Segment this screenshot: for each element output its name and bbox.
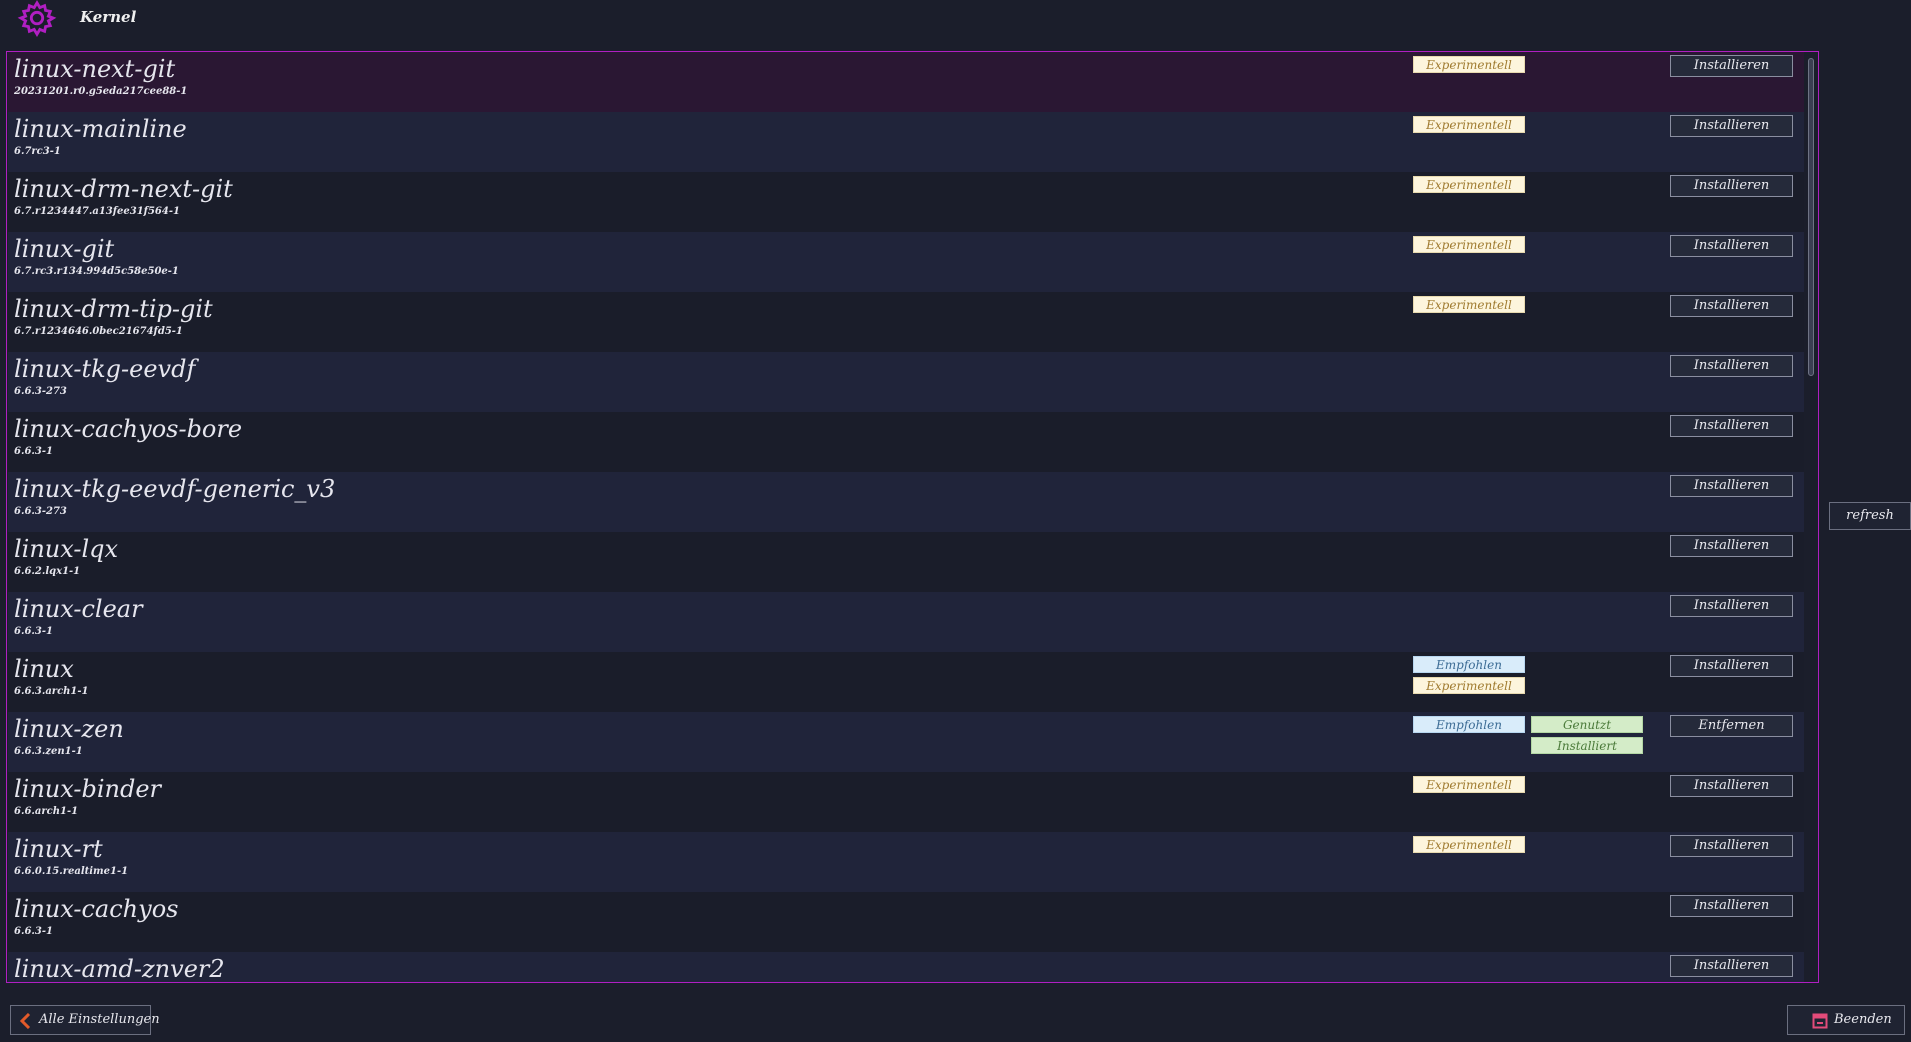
list-item[interactable]: linux-git 6.7.rc3.r134.994d5c58e50e-1 Ex… bbox=[8, 232, 1804, 292]
kernel-version: 6.6.0.15.realtime1-1 bbox=[14, 866, 129, 877]
install-button[interactable]: Installieren bbox=[1670, 355, 1793, 377]
kernel-list[interactable]: linux-next-git 20231201.r0.g5eda217cee88… bbox=[6, 51, 1819, 983]
all-settings-label: Alle Einstellungen bbox=[39, 1012, 160, 1027]
kernel-name: linux-git bbox=[14, 235, 115, 263]
install-button[interactable]: Installieren bbox=[1670, 55, 1793, 77]
kernel-version: 6.6.3-1 bbox=[14, 446, 53, 457]
kernel-name: linux-clear bbox=[14, 595, 143, 623]
list-item[interactable]: linux-tkg-eevdf 6.6.3-273 Installieren bbox=[8, 352, 1804, 412]
kernel-version: 6.7.rc3.r134.994d5c58e50e-1 bbox=[14, 266, 179, 277]
quit-button[interactable]: Beenden bbox=[1787, 1005, 1905, 1035]
scrollbar[interactable] bbox=[1806, 58, 1816, 978]
kernel-name: linux-zen bbox=[14, 715, 124, 743]
list-item[interactable]: linux 6.6.3.arch1-1 Empfohlen Experiment… bbox=[8, 652, 1804, 712]
install-button[interactable]: Installieren bbox=[1670, 655, 1793, 677]
list-item[interactable]: linux-drm-tip-git 6.7.r1234646.0bec21674… bbox=[8, 292, 1804, 352]
install-button[interactable]: Installieren bbox=[1670, 115, 1793, 137]
install-button[interactable]: Installieren bbox=[1670, 235, 1793, 257]
kernel-version: 6.6.arch1-1 bbox=[14, 806, 79, 817]
install-button[interactable]: Installieren bbox=[1670, 835, 1793, 857]
kernel-name: linux-cachyos bbox=[14, 895, 179, 923]
list-item[interactable]: linux-rt 6.6.0.15.realtime1-1 Experiment… bbox=[8, 832, 1804, 892]
kernel-name: linux-amd-znver2 bbox=[14, 955, 225, 983]
list-item[interactable]: linux-next-git 20231201.r0.g5eda217cee88… bbox=[8, 52, 1804, 112]
install-button[interactable]: Installieren bbox=[1670, 175, 1793, 197]
chevron-left-icon bbox=[19, 1013, 31, 1029]
kernel-version: 20231201.r0.g5eda217cee88-1 bbox=[14, 86, 188, 97]
install-button[interactable]: Installieren bbox=[1670, 535, 1793, 557]
kernel-version: 6.6.3-273 bbox=[14, 506, 67, 517]
kernel-version: 6.7rc3-1 bbox=[14, 146, 61, 157]
experimental-badge: Experimentell bbox=[1413, 296, 1525, 313]
experimental-badge: Experimentell bbox=[1413, 56, 1525, 73]
refresh-button[interactable]: refresh bbox=[1829, 502, 1911, 530]
used-badge: Genutzt bbox=[1531, 716, 1643, 733]
kernel-version: 6.7.r1234646.0bec21674fd5-1 bbox=[14, 326, 183, 337]
list-item[interactable]: linux-cachyos-bore 6.6.3-1 Installieren bbox=[8, 412, 1804, 472]
install-button[interactable]: Installieren bbox=[1670, 475, 1793, 497]
kernel-version: 6.6.3-273 bbox=[14, 386, 67, 397]
experimental-badge: Experimentell bbox=[1413, 176, 1525, 193]
list-item[interactable]: linux-cachyos 6.6.3-1 Installieren bbox=[8, 892, 1804, 952]
quit-icon bbox=[1812, 1013, 1828, 1029]
installed-badge: Installiert bbox=[1531, 737, 1643, 754]
kernel-version: 6.6.3-1 bbox=[14, 926, 53, 937]
kernel-name: linux-mainline bbox=[14, 115, 187, 143]
list-item[interactable]: linux-drm-next-git 6.7.r1234447.a13fee31… bbox=[8, 172, 1804, 232]
recommended-badge: Empfohlen bbox=[1413, 656, 1525, 673]
kernel-name: linux-tkg-eevdf bbox=[14, 355, 196, 383]
header: Kernel bbox=[0, 0, 1911, 40]
install-button[interactable]: Installieren bbox=[1670, 595, 1793, 617]
scrollbar-thumb[interactable] bbox=[1808, 58, 1814, 376]
kernel-version: 6.6.3.zen1-1 bbox=[14, 746, 83, 757]
experimental-badge: Experimentell bbox=[1413, 236, 1525, 253]
kernel-version: 6.6.2.lqx1-1 bbox=[14, 566, 81, 577]
kernel-name: linux-next-git bbox=[14, 55, 176, 83]
recommended-badge: Empfohlen bbox=[1413, 716, 1525, 733]
all-settings-button[interactable]: Alle Einstellungen bbox=[10, 1005, 160, 1035]
kernel-version: 6.7.r1234447.a13fee31f564-1 bbox=[14, 206, 180, 217]
experimental-badge: Experimentell bbox=[1413, 776, 1525, 793]
kernel-version: 6.6.3-1 bbox=[14, 626, 53, 637]
kernel-name: linux-rt bbox=[14, 835, 103, 863]
kernel-name: linux-tkg-eevdf-generic_v3 bbox=[14, 475, 336, 503]
list-item[interactable]: linux-lqx 6.6.2.lqx1-1 Installieren bbox=[8, 532, 1804, 592]
gear-icon bbox=[17, 0, 57, 37]
quit-label: Beenden bbox=[1834, 1012, 1892, 1027]
kernel-version: 6.6.3.arch1-1 bbox=[14, 686, 89, 697]
kernel-name: linux bbox=[14, 655, 74, 683]
list-item[interactable]: linux-mainline 6.7rc3-1 Experimentell In… bbox=[8, 112, 1804, 172]
kernel-name: linux-lqx bbox=[14, 535, 119, 563]
list-item[interactable]: linux-zen 6.6.3.zen1-1 Empfohlen Genutzt… bbox=[8, 712, 1804, 772]
experimental-badge: Experimentell bbox=[1413, 677, 1525, 694]
install-button[interactable]: Installieren bbox=[1670, 895, 1793, 917]
experimental-badge: Experimentell bbox=[1413, 836, 1525, 853]
install-button[interactable]: Installieren bbox=[1670, 295, 1793, 317]
kernel-name: linux-drm-tip-git bbox=[14, 295, 213, 323]
kernel-name: linux-drm-next-git bbox=[14, 175, 233, 203]
list-item[interactable]: linux-binder 6.6.arch1-1 Experimentell I… bbox=[8, 772, 1804, 832]
page-title: Kernel bbox=[80, 8, 137, 26]
install-button[interactable]: Installieren bbox=[1670, 415, 1793, 437]
kernel-name: linux-cachyos-bore bbox=[14, 415, 243, 443]
install-button[interactable]: Installieren bbox=[1670, 955, 1793, 977]
install-button[interactable]: Installieren bbox=[1670, 775, 1793, 797]
list-item[interactable]: linux-clear 6.6.3-1 Installieren bbox=[8, 592, 1804, 652]
kernel-name: linux-binder bbox=[14, 775, 162, 803]
list-item[interactable]: linux-amd-znver2 Installieren bbox=[8, 952, 1804, 983]
experimental-badge: Experimentell bbox=[1413, 116, 1525, 133]
remove-button[interactable]: Entfernen bbox=[1670, 715, 1793, 737]
list-item[interactable]: linux-tkg-eevdf-generic_v3 6.6.3-273 Ins… bbox=[8, 472, 1804, 532]
